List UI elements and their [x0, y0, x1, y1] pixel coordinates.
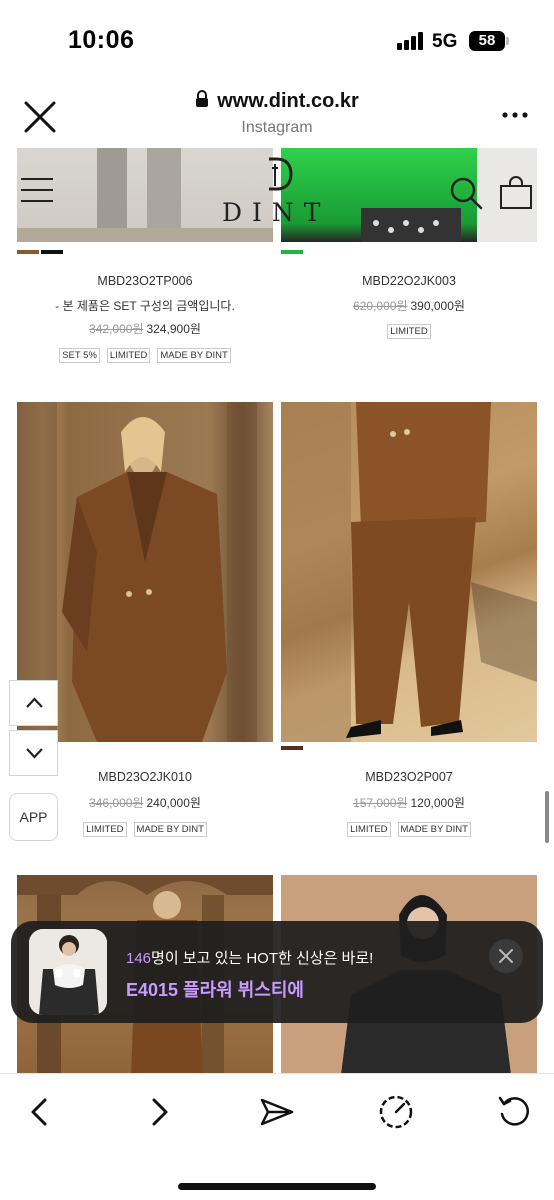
status-time: 10:06 [68, 26, 135, 54]
menu-icon[interactable] [21, 178, 53, 206]
sale-price: 240,000원 [146, 796, 201, 810]
home-indicator[interactable] [178, 1183, 376, 1190]
color-swatches [281, 746, 303, 750]
logo-mark-icon[interactable] [261, 156, 293, 192]
signal-icon [397, 32, 425, 50]
url-text: www.dint.co.kr [217, 90, 359, 112]
color-swatches [281, 250, 303, 254]
site-header: DINT [17, 148, 537, 242]
old-price: 157,000원 [353, 796, 408, 810]
share-icon[interactable] [257, 1092, 297, 1132]
url-bar[interactable]: www.dint.co.kr Instagram [130, 90, 424, 137]
product-image-4[interactable] [281, 402, 537, 742]
toast-message: 146명이 보고 있는 HOT한 신상은 바로! [126, 947, 373, 968]
notification-toast[interactable]: 146명이 보고 있는 HOT한 신상은 바로! E4015 플라워 뷔스티에 [11, 921, 543, 1023]
tag-limited: LIMITED [347, 822, 391, 837]
search-icon[interactable] [449, 176, 483, 210]
product-tags: LIMITED [281, 324, 537, 339]
tag-limited: LIMITED [387, 324, 431, 339]
toast-message-rest: 명이 보고 있는 HOT한 신상은 바로! [151, 950, 374, 967]
color-swatch[interactable] [41, 250, 63, 254]
scroll-up-button[interactable] [9, 680, 58, 726]
tag-limited: LIMITED [83, 822, 127, 837]
tag-made-by-dint: MADE BY DINT [157, 348, 231, 363]
app-button[interactable]: APP [9, 793, 58, 841]
color-swatch[interactable] [281, 250, 303, 254]
sale-price: 324,900원 [146, 322, 201, 336]
toast-product-name[interactable]: E4015 플라워 뷔스티에 [126, 976, 304, 1002]
more-icon[interactable] [498, 100, 532, 130]
tag-made-by-dint: MADE BY DINT [133, 822, 207, 837]
old-price: 620,000원 [353, 299, 408, 313]
viewer-count: 146 [126, 950, 152, 967]
product-tags: SET 5% LIMITED MADE BY DINT [17, 348, 273, 363]
browser-header: www.dint.co.kr Instagram [0, 80, 554, 148]
x-icon [499, 949, 513, 963]
product-price: 342,000원 324,900원 [17, 320, 273, 337]
product-image-1[interactable] [17, 148, 273, 242]
product-code[interactable]: MBD23O2P007 [281, 770, 537, 784]
product-price: 157,000원 120,000원 [281, 794, 537, 811]
color-swatch[interactable] [17, 250, 39, 254]
battery-icon: 58 [469, 31, 505, 51]
lock-icon [195, 90, 209, 113]
chevron-down-icon [26, 748, 43, 759]
color-swatch[interactable] [281, 746, 303, 750]
reload-icon[interactable] [494, 1092, 534, 1132]
tag-limited: LIMITED [106, 348, 151, 363]
toast-close-button[interactable] [489, 939, 523, 973]
forward-icon[interactable] [139, 1092, 179, 1132]
product-price: 620,000원 390,000원 [281, 297, 537, 314]
old-price: 342,000원 [89, 322, 144, 336]
tag-set: SET 5% [59, 348, 100, 363]
sale-price: 120,000원 [410, 796, 465, 810]
product-tags: LIMITED MADE BY DINT [281, 822, 537, 837]
old-price: 346,000원 [89, 796, 144, 810]
battery-cap [506, 37, 509, 45]
close-icon[interactable] [20, 97, 60, 137]
url-source: Instagram [241, 119, 313, 136]
chevron-up-icon [26, 697, 43, 708]
bag-icon[interactable] [499, 176, 533, 210]
scroll-down-button[interactable] [9, 730, 58, 776]
product-code[interactable]: MBD23O2TP006 [17, 274, 273, 288]
sale-price: 390,000원 [410, 299, 465, 313]
toast-product-image[interactable] [29, 929, 107, 1015]
network-label: 5G [432, 31, 458, 52]
tag-made-by-dint: MADE BY DINT [397, 822, 471, 837]
speed-icon[interactable] [376, 1092, 416, 1132]
bottom-toolbar [0, 1073, 554, 1200]
scrollbar[interactable] [545, 791, 549, 843]
product-code[interactable]: MBD22O2JK003 [281, 274, 537, 288]
site-logo[interactable]: DINT [222, 198, 330, 227]
color-swatches [17, 250, 63, 254]
status-bar: 10:06 5G 58 [0, 0, 554, 80]
product-note: - 본 제품은 SET 구성의 금액입니다. [55, 299, 235, 313]
back-icon[interactable] [20, 1092, 60, 1132]
